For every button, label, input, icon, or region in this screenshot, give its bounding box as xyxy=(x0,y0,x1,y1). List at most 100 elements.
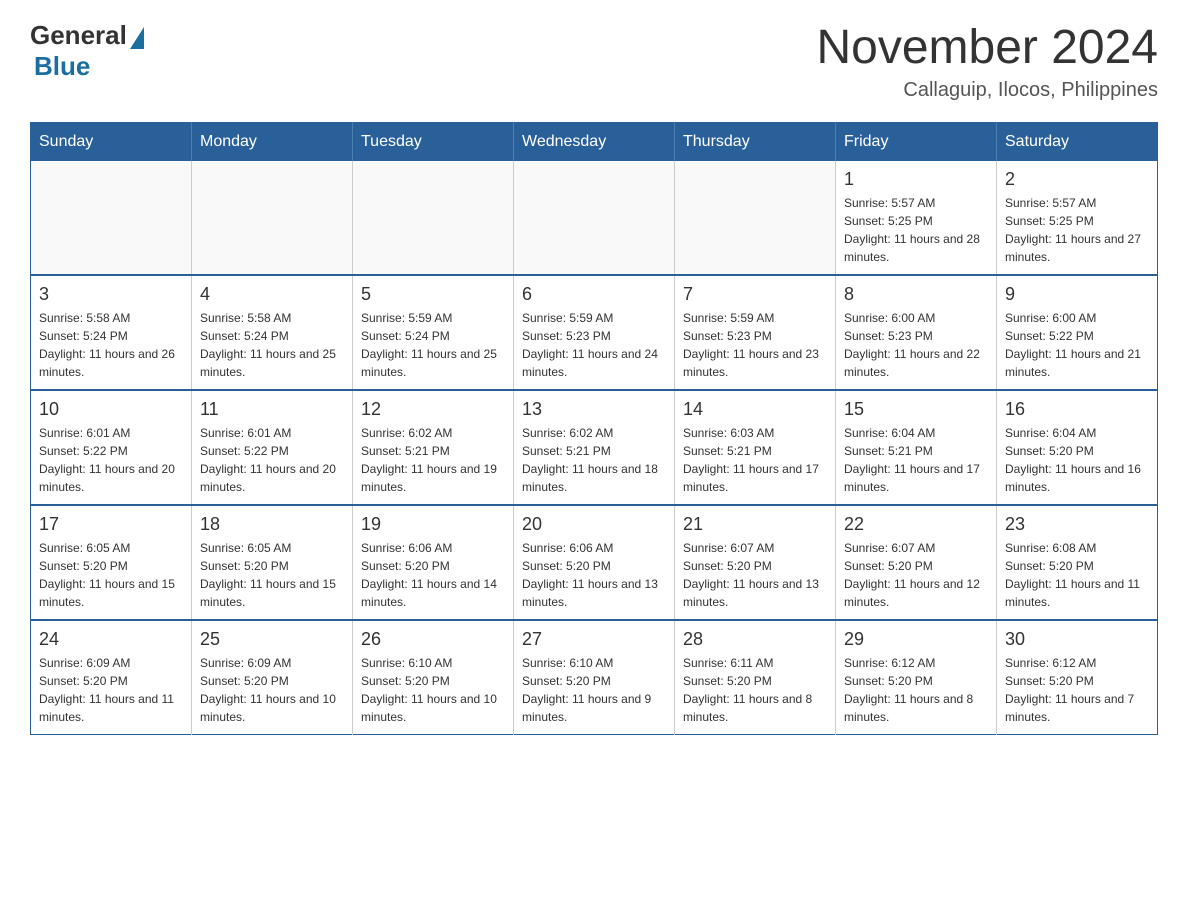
calendar-cell: 20 Sunrise: 6:06 AMSunset: 5:20 PMDayligh… xyxy=(514,505,675,620)
day-number: 10 xyxy=(39,399,183,420)
calendar-cell: 14 Sunrise: 6:03 AMSunset: 5:21 PMDayligh… xyxy=(675,390,836,505)
day-info: Sunrise: 6:05 AMSunset: 5:20 PMDaylight:… xyxy=(39,539,183,611)
day-info: Sunrise: 6:04 AMSunset: 5:21 PMDaylight:… xyxy=(844,424,988,496)
logo-triangle-icon xyxy=(130,27,144,49)
weekday-header-friday: Friday xyxy=(836,123,997,162)
calendar-cell: 28 Sunrise: 6:11 AMSunset: 5:20 PMDayligh… xyxy=(675,620,836,735)
day-number: 16 xyxy=(1005,399,1149,420)
calendar-week-row: 17 Sunrise: 6:05 AMSunset: 5:20 PMDayligh… xyxy=(31,505,1158,620)
day-number: 24 xyxy=(39,629,183,650)
day-info: Sunrise: 6:02 AMSunset: 5:21 PMDaylight:… xyxy=(522,424,666,496)
weekday-header-wednesday: Wednesday xyxy=(514,123,675,162)
day-number: 19 xyxy=(361,514,505,535)
calendar-cell xyxy=(192,161,353,275)
calendar-cell: 10Sunrise: 6:01 AMSunset: 5:22 PMDayligh… xyxy=(31,390,192,505)
calendar-cell: 26 Sunrise: 6:10 AMSunset: 5:20 PMDayligh… xyxy=(353,620,514,735)
day-info: Sunrise: 6:01 AMSunset: 5:22 PMDaylight:… xyxy=(200,424,344,496)
day-number: 4 xyxy=(200,284,344,305)
day-info: Sunrise: 6:04 AMSunset: 5:20 PMDaylight:… xyxy=(1005,424,1149,496)
day-info: Sunrise: 5:57 AMSunset: 5:25 PMDaylight:… xyxy=(844,194,988,266)
day-info: Sunrise: 6:12 AMSunset: 5:20 PMDaylight:… xyxy=(844,654,988,726)
day-info: Sunrise: 6:00 AMSunset: 5:23 PMDaylight:… xyxy=(844,309,988,381)
calendar-cell: 24 Sunrise: 6:09 AMSunset: 5:20 PMDayligh… xyxy=(31,620,192,735)
calendar-cell: 22 Sunrise: 6:07 AMSunset: 5:20 PMDayligh… xyxy=(836,505,997,620)
day-number: 30 xyxy=(1005,629,1149,650)
day-number: 21 xyxy=(683,514,827,535)
day-info: Sunrise: 5:59 AMSunset: 5:23 PMDaylight:… xyxy=(522,309,666,381)
day-info: Sunrise: 6:09 AMSunset: 5:20 PMDaylight:… xyxy=(200,654,344,726)
day-number: 6 xyxy=(522,284,666,305)
day-info: Sunrise: 6:07 AMSunset: 5:20 PMDaylight:… xyxy=(844,539,988,611)
day-number: 20 xyxy=(522,514,666,535)
day-number: 25 xyxy=(200,629,344,650)
calendar-cell: 12Sunrise: 6:02 AMSunset: 5:21 PMDayligh… xyxy=(353,390,514,505)
calendar-cell: 27 Sunrise: 6:10 AMSunset: 5:20 PMDayligh… xyxy=(514,620,675,735)
day-number: 22 xyxy=(844,514,988,535)
day-number: 29 xyxy=(844,629,988,650)
day-number: 2 xyxy=(1005,169,1149,190)
day-number: 13 xyxy=(522,399,666,420)
day-info: Sunrise: 6:09 AMSunset: 5:20 PMDaylight:… xyxy=(39,654,183,726)
calendar-cell: 5 Sunrise: 5:59 AMSunset: 5:24 PMDaylight… xyxy=(353,275,514,390)
day-number: 5 xyxy=(361,284,505,305)
calendar-cell: 18 Sunrise: 6:05 AMSunset: 5:20 PMDayligh… xyxy=(192,505,353,620)
weekday-header-saturday: Saturday xyxy=(997,123,1158,162)
calendar-cell: 19 Sunrise: 6:06 AMSunset: 5:20 PMDayligh… xyxy=(353,505,514,620)
calendar-table: SundayMondayTuesdayWednesdayThursdayFrid… xyxy=(30,122,1158,735)
calendar-cell: 7 Sunrise: 5:59 AMSunset: 5:23 PMDaylight… xyxy=(675,275,836,390)
weekday-header-sunday: Sunday xyxy=(31,123,192,162)
calendar-cell xyxy=(514,161,675,275)
day-number: 14 xyxy=(683,399,827,420)
calendar-cell: 8 Sunrise: 6:00 AMSunset: 5:23 PMDaylight… xyxy=(836,275,997,390)
calendar-cell xyxy=(31,161,192,275)
calendar-week-row: 3 Sunrise: 5:58 AMSunset: 5:24 PMDaylight… xyxy=(31,275,1158,390)
calendar-cell: 30 Sunrise: 6:12 AMSunset: 5:20 PMDayligh… xyxy=(997,620,1158,735)
calendar-cell: 6 Sunrise: 5:59 AMSunset: 5:23 PMDaylight… xyxy=(514,275,675,390)
calendar-cell: 9Sunrise: 6:00 AMSunset: 5:22 PMDaylight… xyxy=(997,275,1158,390)
calendar-title: November 2024 xyxy=(816,20,1158,75)
weekday-header-thursday: Thursday xyxy=(675,123,836,162)
title-block: November 2024 Callaguip, Ilocos, Philipp… xyxy=(816,20,1158,102)
day-number: 3 xyxy=(39,284,183,305)
day-info: Sunrise: 5:58 AMSunset: 5:24 PMDaylight:… xyxy=(39,309,183,381)
day-number: 7 xyxy=(683,284,827,305)
calendar-cell: 15Sunrise: 6:04 AMSunset: 5:21 PMDayligh… xyxy=(836,390,997,505)
day-info: Sunrise: 6:11 AMSunset: 5:20 PMDaylight:… xyxy=(683,654,827,726)
calendar-cell: 16 Sunrise: 6:04 AMSunset: 5:20 PMDayligh… xyxy=(997,390,1158,505)
calendar-cell: 4 Sunrise: 5:58 AMSunset: 5:24 PMDaylight… xyxy=(192,275,353,390)
calendar-cell: 13 Sunrise: 6:02 AMSunset: 5:21 PMDayligh… xyxy=(514,390,675,505)
day-number: 8 xyxy=(844,284,988,305)
calendar-week-row: 1 Sunrise: 5:57 AMSunset: 5:25 PMDaylight… xyxy=(31,161,1158,275)
day-info: Sunrise: 6:05 AMSunset: 5:20 PMDaylight:… xyxy=(200,539,344,611)
day-info: Sunrise: 6:03 AMSunset: 5:21 PMDaylight:… xyxy=(683,424,827,496)
day-info: Sunrise: 5:59 AMSunset: 5:23 PMDaylight:… xyxy=(683,309,827,381)
day-number: 11 xyxy=(200,399,344,420)
day-number: 23 xyxy=(1005,514,1149,535)
day-number: 18 xyxy=(200,514,344,535)
weekday-header-tuesday: Tuesday xyxy=(353,123,514,162)
weekday-header-row: SundayMondayTuesdayWednesdayThursdayFrid… xyxy=(31,123,1158,162)
day-number: 1 xyxy=(844,169,988,190)
day-info: Sunrise: 6:10 AMSunset: 5:20 PMDaylight:… xyxy=(361,654,505,726)
calendar-cell: 3 Sunrise: 5:58 AMSunset: 5:24 PMDaylight… xyxy=(31,275,192,390)
day-info: Sunrise: 5:59 AMSunset: 5:24 PMDaylight:… xyxy=(361,309,505,381)
day-info: Sunrise: 5:58 AMSunset: 5:24 PMDaylight:… xyxy=(200,309,344,381)
day-info: Sunrise: 6:06 AMSunset: 5:20 PMDaylight:… xyxy=(522,539,666,611)
page-header: General Blue November 2024 Callaguip, Il… xyxy=(30,20,1158,102)
day-number: 26 xyxy=(361,629,505,650)
day-info: Sunrise: 6:08 AMSunset: 5:20 PMDaylight:… xyxy=(1005,539,1149,611)
day-info: Sunrise: 6:02 AMSunset: 5:21 PMDaylight:… xyxy=(361,424,505,496)
day-number: 17 xyxy=(39,514,183,535)
calendar-cell: 21Sunrise: 6:07 AMSunset: 5:20 PMDayligh… xyxy=(675,505,836,620)
day-number: 28 xyxy=(683,629,827,650)
day-info: Sunrise: 6:10 AMSunset: 5:20 PMDaylight:… xyxy=(522,654,666,726)
calendar-cell: 25 Sunrise: 6:09 AMSunset: 5:20 PMDayligh… xyxy=(192,620,353,735)
day-info: Sunrise: 6:06 AMSunset: 5:20 PMDaylight:… xyxy=(361,539,505,611)
day-info: Sunrise: 5:57 AMSunset: 5:25 PMDaylight:… xyxy=(1005,194,1149,266)
calendar-cell: 23 Sunrise: 6:08 AMSunset: 5:20 PMDayligh… xyxy=(997,505,1158,620)
day-info: Sunrise: 6:12 AMSunset: 5:20 PMDaylight:… xyxy=(1005,654,1149,726)
calendar-week-row: 10 Sunrise: 6:01 AMSunset: 5:22 PMDayligh… xyxy=(31,390,1158,505)
day-number: 27 xyxy=(522,629,666,650)
weekday-header-monday: Monday xyxy=(192,123,353,162)
calendar-cell xyxy=(353,161,514,275)
